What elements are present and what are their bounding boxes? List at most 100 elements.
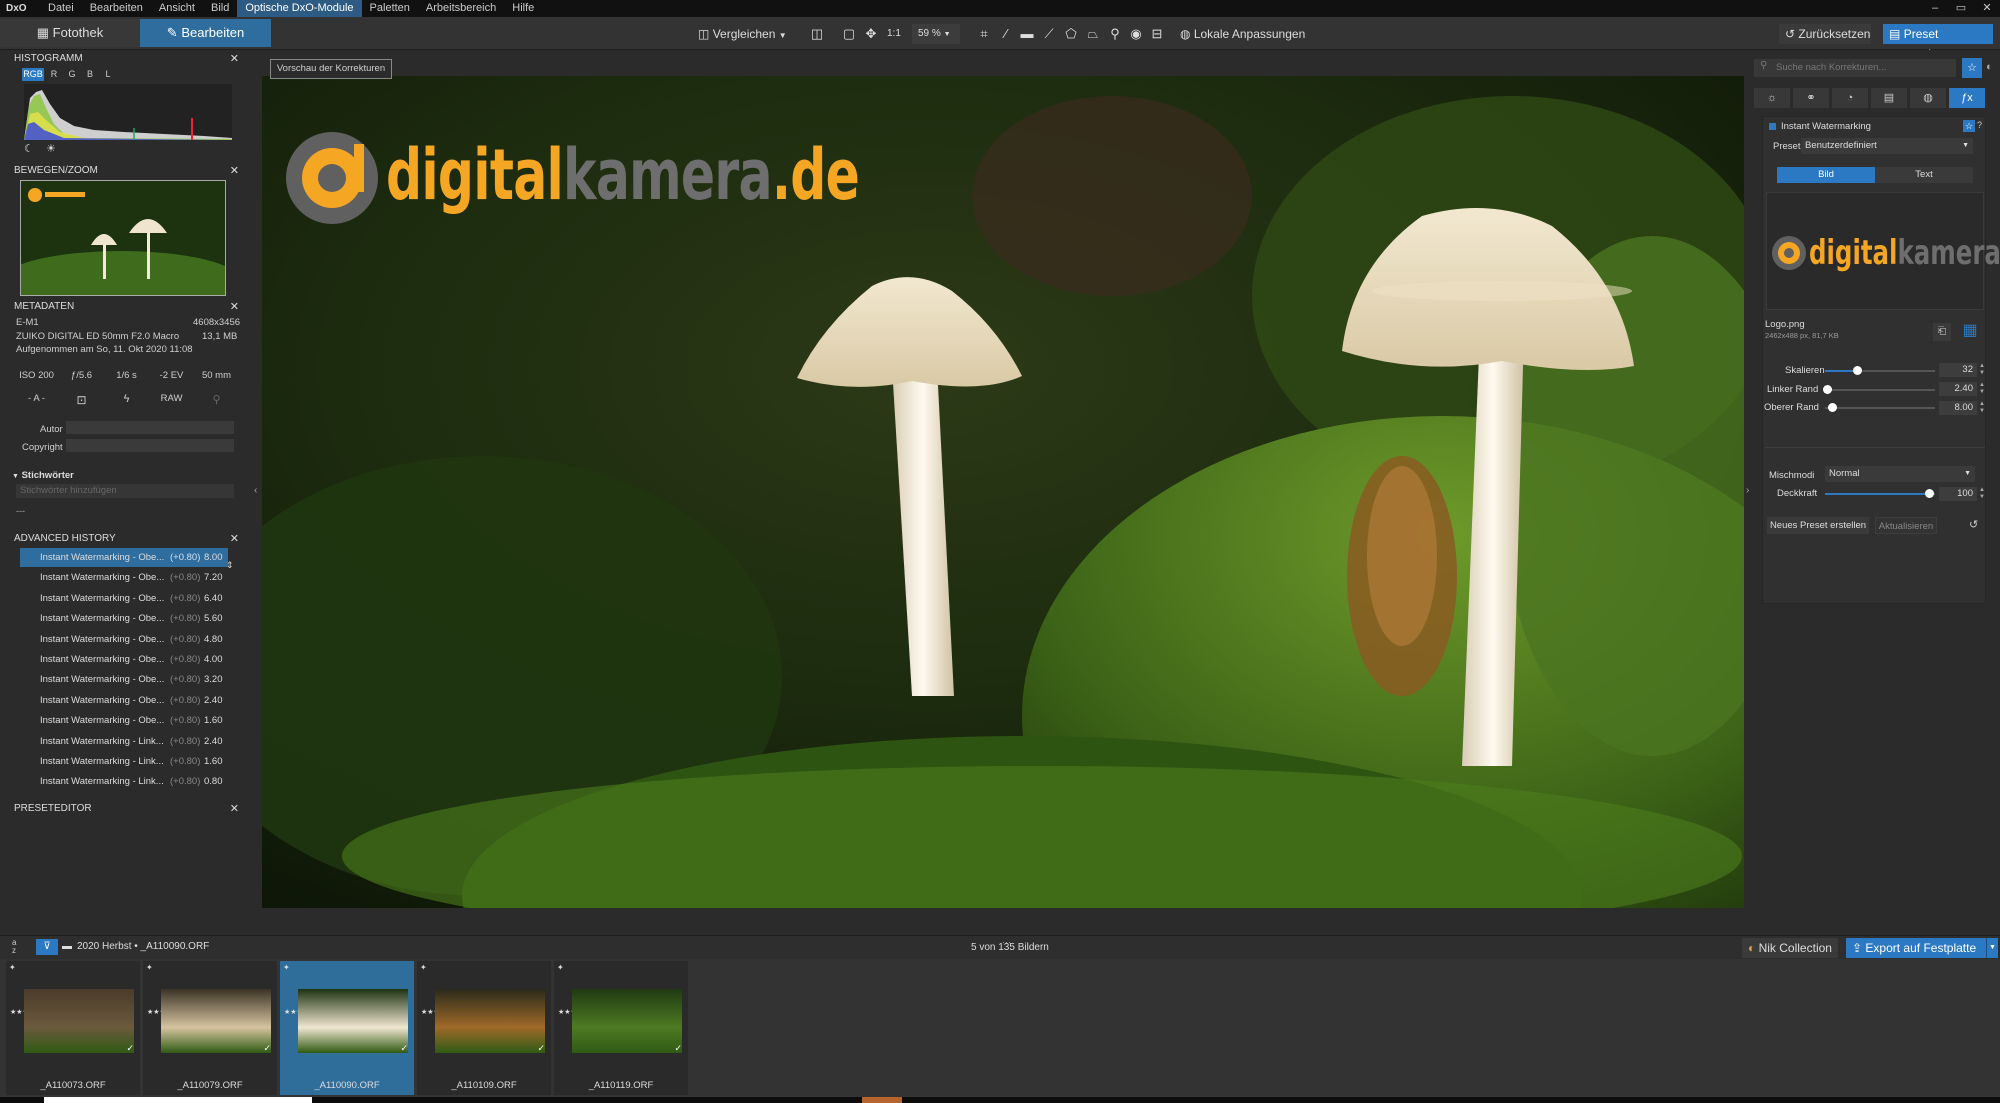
history-row[interactable]: Instant Watermarking - Link... (+0.80) 0.8…: [20, 772, 228, 791]
geometry-icon[interactable]: ▤: [1871, 88, 1907, 108]
left-margin-slider-track[interactable]: [1825, 389, 1935, 391]
opacity-stepper-icon[interactable]: ▲ ▼: [1979, 487, 1985, 501]
close-icon[interactable]: ✕: [230, 164, 239, 178]
close-icon[interactable]: ✕: [1974, 0, 2000, 17]
preset-editor-header[interactable]: PRESETEDITOR ✕: [14, 802, 243, 816]
fit-view-icon[interactable]: ▢: [840, 24, 858, 44]
left-margin-stepper-icon[interactable]: ▲ ▼: [1979, 382, 1985, 396]
left-margin-slider-knob[interactable]: [1823, 385, 1832, 394]
author-field[interactable]: [66, 421, 234, 434]
logo-preview[interactable]: digitalkamera.de: [1766, 192, 2000, 310]
scale-value[interactable]: 32: [1939, 363, 1977, 377]
filmstrip-thumb[interactable]: ✦ ★★★★★ ✓ _A110073.ORF: [6, 961, 140, 1095]
update-button[interactable]: Aktualisieren: [1875, 517, 1937, 534]
filmstrip-thumb[interactable]: ✦ ★★★★★ ✓ _A110109.ORF: [417, 961, 551, 1095]
shadow-clipping-icon[interactable]: ☾: [24, 142, 34, 155]
filmstrip-thumb[interactable]: ✦ ★★★★★ ✓ _A110079.ORF: [143, 961, 277, 1095]
opacity-value[interactable]: 100: [1939, 487, 1977, 501]
left-margin-value[interactable]: 2.40: [1939, 382, 1977, 396]
menu-item[interactable]: Datei: [40, 0, 82, 17]
history-row[interactable]: Instant Watermarking - Link... (+0.80) 1.6…: [20, 752, 228, 771]
menu-item[interactable]: Optische DxO-Module: [237, 0, 362, 17]
load-image-icon[interactable]: ⎗: [1933, 323, 1951, 341]
history-row[interactable]: Instant Watermarking - Obe... (+0.80) 7.20: [20, 568, 228, 587]
sort-icon[interactable]: az: [12, 939, 16, 955]
eyedropper-icon[interactable]: ⁄: [997, 24, 1015, 44]
histogram-tab[interactable]: RGB: [22, 68, 44, 81]
minimize-icon[interactable]: –: [1922, 0, 1948, 17]
help-icon[interactable]: ?: [1977, 120, 1982, 130]
maximize-icon[interactable]: ▭: [1948, 0, 1974, 17]
module-enable-checkbox[interactable]: [1769, 123, 1776, 130]
opacity-slider-knob[interactable]: [1925, 489, 1934, 498]
close-icon[interactable]: ✕: [230, 300, 239, 314]
collapse-left-icon[interactable]: ‹: [254, 485, 257, 496]
history-header[interactable]: ADVANCED HISTORY ✕: [14, 532, 243, 546]
scale-stepper-icon[interactable]: ▲ ▼: [1979, 363, 1985, 377]
split-view-icon[interactable]: ◫: [808, 24, 826, 44]
search-input[interactable]: Suche nach Korrekturen...: [1754, 59, 1956, 77]
module-star-icon[interactable]: ☆: [1963, 120, 1975, 132]
check-icon[interactable]: ✓: [400, 1043, 408, 1054]
keywords-input[interactable]: Stichwörter hinzufügen: [16, 484, 234, 498]
taskbar-app[interactable]: [862, 1097, 902, 1103]
taskbar-search[interactable]: [44, 1097, 312, 1103]
history-row[interactable]: Instant Watermarking - Obe... (+0.80) 1.60: [20, 711, 228, 730]
apply-preset-button[interactable]: ▤ Preset anwenden: [1883, 24, 1993, 61]
rating-stars-icon[interactable]: ★★★★★: [284, 1009, 315, 1017]
highlight-clipping-icon[interactable]: ☀: [46, 142, 56, 155]
rating-stars-icon[interactable]: ★★★★★: [147, 1009, 178, 1017]
zoom-select[interactable]: 59 % ▼: [912, 24, 960, 44]
top-margin-slider-track[interactable]: [1825, 407, 1935, 409]
toggle-icon[interactable]: ◐: [1986, 61, 1993, 73]
detail-icon[interactable]: ◔: [1832, 88, 1868, 108]
histogram-tab[interactable]: L: [100, 68, 116, 81]
rating-stars-icon[interactable]: ★★★★★: [421, 1009, 452, 1017]
check-icon[interactable]: ✓: [537, 1043, 545, 1054]
histogram-tab[interactable]: G: [64, 68, 80, 81]
histogram-header[interactable]: HISTOGRAMM ✕: [14, 52, 243, 66]
history-row[interactable]: Instant Watermarking - Obe... (+0.80) 2.40: [20, 691, 228, 710]
fx-icon[interactable]: ƒx: [1949, 88, 1985, 108]
history-row[interactable]: Instant Watermarking - Obe... (+0.80) 5.60: [20, 609, 228, 628]
histogram-tab[interactable]: B: [82, 68, 98, 81]
top-margin-value[interactable]: 8.00: [1939, 401, 1977, 415]
menu-item[interactable]: Ansicht: [151, 0, 203, 17]
tab-fotothek[interactable]: ▦ Fotothek: [0, 19, 140, 47]
rating-stars-icon[interactable]: ★★★★★: [558, 1009, 589, 1017]
blend-mode-select[interactable]: Normal ▼: [1825, 466, 1975, 482]
nik-collection-button[interactable]: ◐ Nik Collection: [1742, 938, 1838, 958]
volume-deformation-icon[interactable]: ⬠: [1062, 24, 1080, 44]
position-grid-icon[interactable]: ▦: [1957, 320, 1983, 342]
metadata-header[interactable]: METADATEN ✕: [14, 300, 243, 314]
history-scroll-icon[interactable]: ⇕: [226, 560, 234, 571]
menu-item[interactable]: Arbeitsbereich: [418, 0, 504, 17]
perspective-icon[interactable]: ⟋: [1040, 24, 1058, 44]
overlay-icon[interactable]: ⊟: [1148, 24, 1166, 44]
crop-icon[interactable]: ⌗: [975, 24, 993, 44]
navigator-header[interactable]: BEWEGEN/ZOOM ✕: [14, 164, 243, 178]
repair-icon[interactable]: ⚲: [1106, 24, 1124, 44]
horizon-icon[interactable]: ▬: [1018, 24, 1036, 44]
move-icon[interactable]: ✥: [862, 24, 880, 44]
check-icon[interactable]: ✓: [674, 1043, 682, 1054]
history-row[interactable]: Instant Watermarking - Obe... (+0.80) 4.80: [20, 630, 228, 649]
new-preset-button[interactable]: Neues Preset erstellen: [1767, 517, 1869, 534]
reset-button[interactable]: ↺ Zurücksetzen: [1779, 24, 1871, 44]
tab-bild[interactable]: Bild: [1777, 167, 1875, 183]
top-margin-slider-knob[interactable]: [1828, 403, 1837, 412]
keystone-icon[interactable]: ⏢: [1084, 24, 1102, 44]
zoom-1to1-button[interactable]: 1:1: [887, 24, 905, 44]
color-icon[interactable]: ⚭: [1793, 88, 1829, 108]
collapse-right-icon[interactable]: ›: [1746, 485, 1749, 496]
local-adjustments-button[interactable]: ◍ Lokale Anpassungen: [1180, 24, 1312, 44]
navigator-preview[interactable]: [20, 180, 226, 296]
preset-select[interactable]: Benutzerdefiniert ▼: [1801, 138, 1973, 154]
history-row[interactable]: Instant Watermarking - Obe... (+0.80) 6.40: [20, 589, 228, 608]
close-icon[interactable]: ✕: [230, 52, 239, 66]
history-row[interactable]: Instant Watermarking - Obe... (+0.80) 8.00: [20, 548, 228, 567]
check-icon[interactable]: ✓: [263, 1043, 271, 1054]
history-row[interactable]: Instant Watermarking - Obe... (+0.80) 4.00: [20, 650, 228, 669]
rating-stars-icon[interactable]: ★★★★★: [10, 1009, 41, 1017]
close-icon[interactable]: ✕: [230, 532, 239, 546]
